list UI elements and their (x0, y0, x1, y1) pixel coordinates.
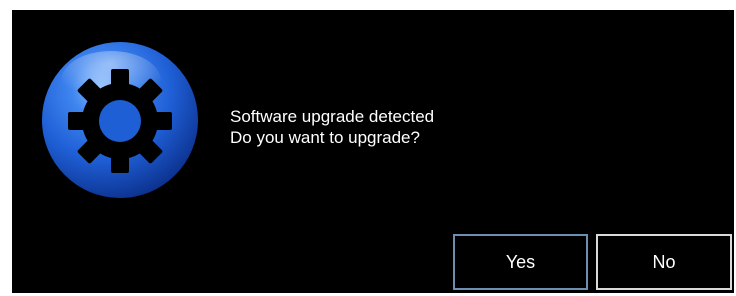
gear-icon (41, 41, 199, 199)
yes-button[interactable]: Yes (453, 234, 588, 290)
message-line-1: Software upgrade detected (230, 107, 435, 126)
no-button[interactable]: No (596, 234, 732, 290)
message-line-2: Do you want to upgrade? (230, 128, 420, 147)
upgrade-dialog: Software upgrade detected Do you want to… (12, 10, 734, 293)
dialog-message: Software upgrade detected Do you want to… (230, 106, 434, 148)
